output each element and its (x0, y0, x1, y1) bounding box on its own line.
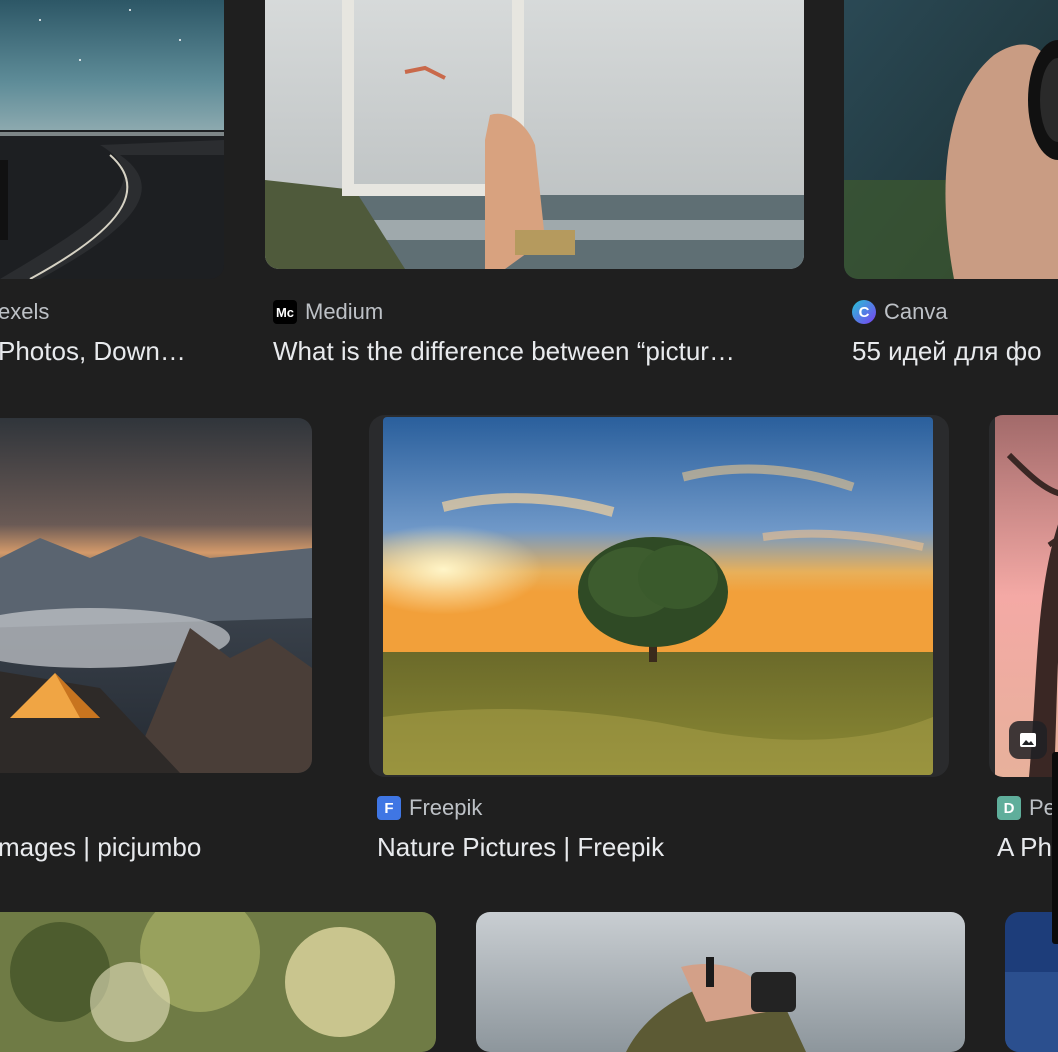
pe-favicon-icon: D (997, 796, 1021, 820)
result-source-2[interactable]: Mс Medium (273, 299, 383, 325)
result-title-4[interactable]: mages | picjumbo (0, 832, 298, 863)
result-source-label-1: exels (0, 299, 50, 324)
result-source-1[interactable]: exels (0, 299, 49, 325)
medium-favicon-icon: Mс (273, 300, 297, 324)
result-title-5[interactable]: Nature Pictures | Freepik (377, 832, 937, 863)
result-thumbnail-3[interactable] (844, 0, 1058, 279)
result-source-6[interactable]: D Pe (997, 795, 1056, 821)
result-source-5[interactable]: F Freepik (377, 795, 482, 821)
canva-favicon-icon: C (852, 300, 876, 324)
result-source-label-3: Canva (884, 299, 948, 324)
result-thumbnail-4[interactable] (0, 418, 312, 773)
result-source-3[interactable]: C Canva (852, 299, 948, 325)
result-thumbnail-8[interactable] (476, 912, 965, 1052)
result-thumbnail-7[interactable] (0, 912, 436, 1052)
result-thumbnail-2[interactable] (265, 0, 804, 269)
result-thumbnail-1[interactable] (0, 0, 224, 279)
result-source-label-2: Medium (305, 299, 384, 324)
result-thumbnail-9[interactable] (1005, 912, 1058, 1052)
result-title-2[interactable]: What is the difference between “pictur… (273, 336, 793, 367)
result-source-label-5: Freepik (409, 795, 483, 820)
result-thumbnail-5[interactable] (383, 417, 933, 775)
image-badge-icon[interactable] (1009, 721, 1047, 759)
result-title-1[interactable]: Photos, Down… (0, 336, 222, 367)
scrollbar[interactable] (1052, 752, 1058, 944)
result-title-3[interactable]: 55 идей для фо (852, 336, 1058, 367)
freepik-favicon-icon: F (377, 796, 401, 820)
result-title-6[interactable]: A Ph (997, 832, 1058, 863)
